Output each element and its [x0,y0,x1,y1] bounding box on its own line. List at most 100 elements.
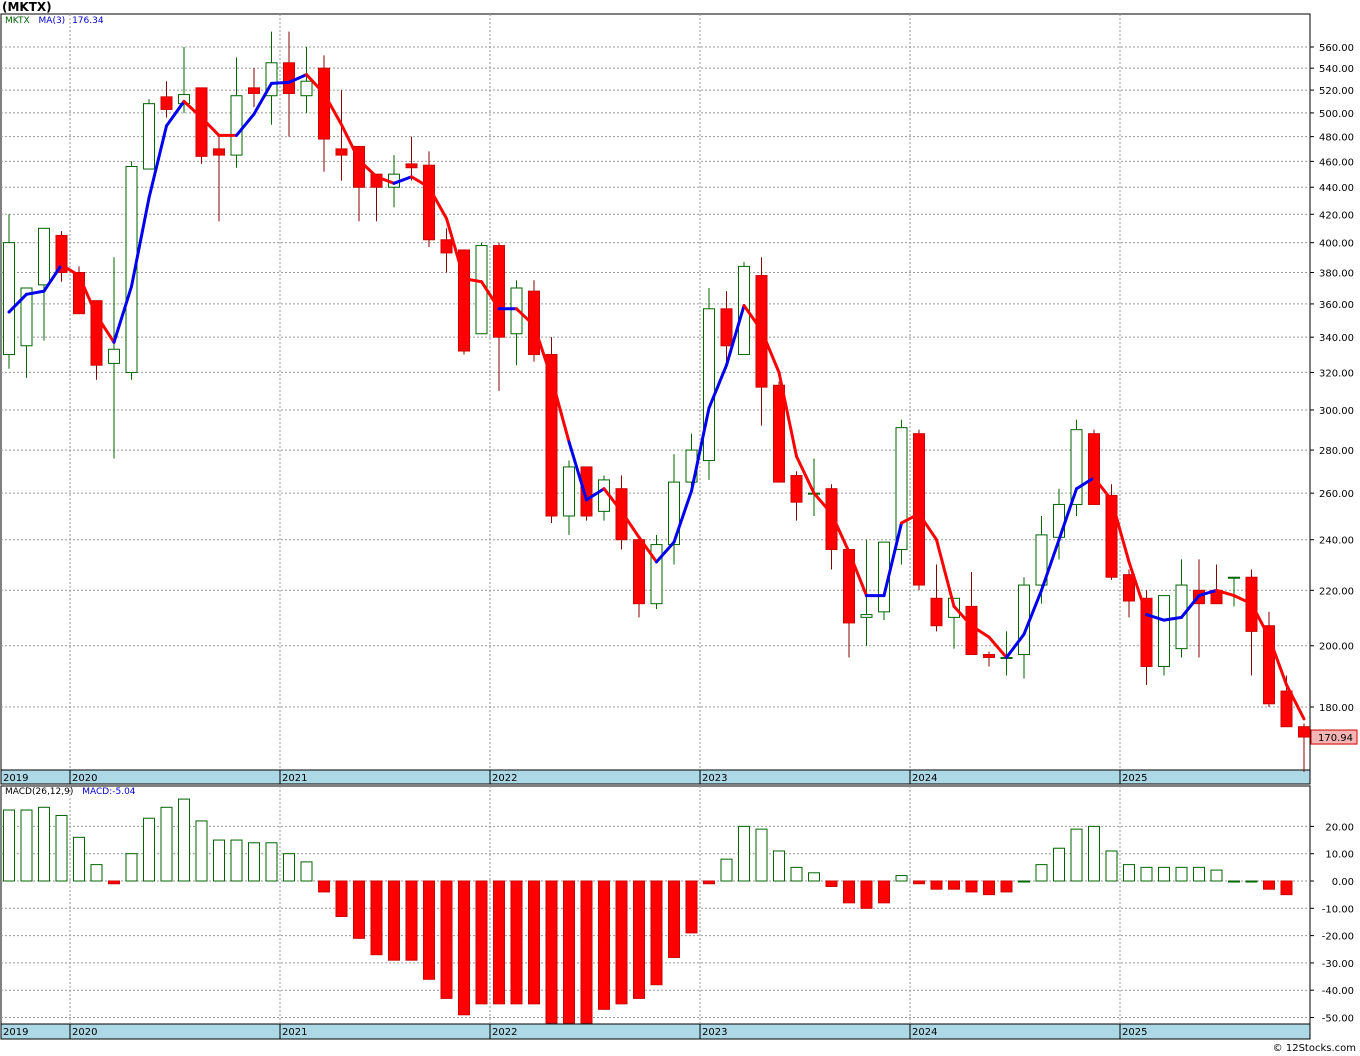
price-tick-label: 420.00 [1319,210,1354,221]
year-label: 2023 [702,773,727,784]
candle-body [773,384,785,483]
macd-bar [825,880,838,887]
macd-bar [318,880,330,893]
price-tick-label: 240.00 [1319,536,1354,547]
candle-body [1298,726,1310,738]
candle-body [930,597,943,627]
candle-body [563,466,575,517]
candle-body [108,348,120,364]
macd-tick-label: -10.00 [1322,904,1354,915]
macd-bar [90,864,103,882]
macd-bar [1210,869,1223,882]
macd-bar [388,880,400,961]
price-tick-label: 480.00 [1319,133,1354,144]
macd-bar [545,880,558,1024]
macd-bar [108,880,120,885]
price-tick-label: 180.00 [1319,703,1354,714]
macd-bar [20,809,33,882]
candle-body [1158,595,1170,667]
macd-bar [668,880,680,958]
macd-tick-label: 20.00 [1325,822,1354,833]
price-tick-label: 540.00 [1319,64,1354,75]
macd-bar [703,880,715,885]
candle-body [3,242,15,356]
candle-body [335,148,348,156]
macd-bar [1228,880,1240,883]
last-price-label: 170.94 [1318,733,1353,744]
macd-tick-label: -50.00 [1322,1014,1354,1025]
macd-bar [895,875,908,882]
macd-tick-label: 10.00 [1325,850,1354,861]
year-label: 2025 [1122,1027,1147,1038]
macd-bar [3,809,15,882]
macd-bar [1035,864,1048,882]
candle-body [300,80,313,97]
macd-bar [300,861,313,882]
year-label: 2025 [1122,773,1147,784]
candle-body [790,475,803,503]
candle-body [143,103,155,170]
macd-bar [195,820,208,882]
macd-bar [1000,880,1013,893]
year-label: 2022 [492,1027,517,1038]
macd-bar [930,880,943,890]
year-label: 2021 [282,1027,307,1038]
year-label: 2019 [3,773,28,784]
macd-bar [773,850,785,882]
macd-bar [1070,828,1083,882]
macd-bar [493,880,505,1005]
candle-body [440,239,453,254]
macd-bar [1158,866,1170,882]
candle-body [318,67,330,140]
candle-body [1088,433,1100,505]
macd-bar [598,880,610,1010]
macd-bar [650,880,663,986]
macd-bar [1280,880,1293,896]
macd-bar [1263,880,1275,890]
macd-bar [878,880,890,904]
macd-bar [73,836,85,882]
price-tick-label: 320.00 [1319,368,1354,379]
candle-body [90,300,103,366]
candle-body [283,62,295,94]
price-tick-label: 200.00 [1319,642,1354,653]
candle-body [1018,584,1030,656]
candle-body [493,245,505,338]
macd-bar [125,853,138,882]
candle-body [615,488,628,541]
price-date-band [0,769,1311,785]
macd-bar [405,880,418,961]
candle-body [423,164,435,241]
price-tick-label: 400.00 [1319,239,1354,250]
candle-body [633,539,645,605]
candle-body [38,227,50,286]
macd-date-band [0,1023,1311,1040]
candle-body [650,544,663,605]
macd-tick-label: -30.00 [1322,959,1354,970]
macd-bar [230,839,243,882]
candle-body [405,163,418,169]
copyright: © 12Stocks.com [1272,1043,1356,1054]
macd-bar [265,842,278,882]
macd-bar [370,880,383,956]
price-tick-label: 560.00 [1319,43,1354,54]
macd-bar [1088,825,1100,882]
stock-chart: 2019 2019 2020 2020 2021 2021 2022 2022 2023 2023… [0,13,1358,1040]
macd-bar [283,853,295,882]
macd-bar [983,880,995,896]
price-tick-label: 520.00 [1319,86,1354,97]
macd-bar [755,828,768,882]
candle-body [213,148,225,156]
year-label: 2019 [3,1027,28,1038]
macd-bar [1245,880,1258,883]
candle-body [160,96,173,110]
macd-bar [335,880,348,917]
macd-bar [178,798,190,882]
macd-bar [248,842,260,882]
macd-bar [1018,880,1030,883]
macd-bar [563,880,575,1024]
ma-segment [270,80,291,85]
macd-bar [843,880,855,904]
macd-bar [213,839,225,882]
price-tick-label: 500.00 [1319,109,1354,120]
